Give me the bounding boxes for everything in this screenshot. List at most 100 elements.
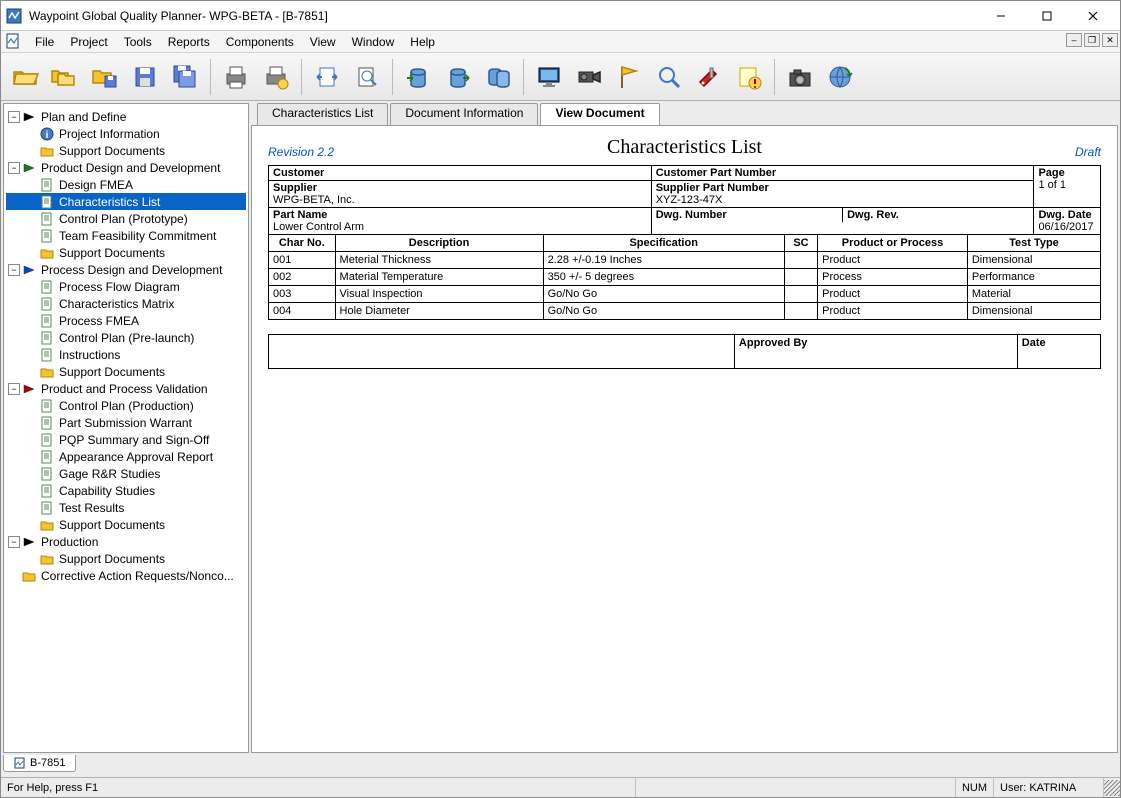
menu-help[interactable]: Help <box>402 33 443 51</box>
tab-view-document[interactable]: View Document <box>540 103 659 125</box>
tree-group[interactable]: −Product Design and Development <box>6 159 246 176</box>
toolbar-save-folder[interactable] <box>87 57 123 97</box>
save-multi-icon <box>170 62 200 92</box>
toolbar-monitor[interactable] <box>531 57 567 97</box>
mdi-restore-button[interactable]: ❐ <box>1084 33 1100 47</box>
tree-item[interactable]: Support Documents <box>6 363 246 380</box>
minimize-button[interactable] <box>978 1 1024 31</box>
dwg-num-label: Dwg. Number <box>656 209 838 221</box>
document-viewer[interactable]: Revision 2.2 Characteristics List Draft … <box>251 125 1118 753</box>
cell-spec: 350 +/- 5 degrees <box>543 269 784 286</box>
toolbar-open-multi[interactable] <box>47 57 83 97</box>
tree-item[interactable]: Characteristics Matrix <box>6 295 246 312</box>
characteristics-table: Char No.DescriptionSpecificationSCProduc… <box>268 234 1101 320</box>
tree-item[interactable]: Support Documents <box>6 142 246 159</box>
tree-item-label: Control Plan (Prototype) <box>59 212 188 226</box>
toolbar-swiss-knife[interactable] <box>691 57 727 97</box>
toolbar-db-both[interactable] <box>480 57 516 97</box>
mdi-close-button[interactable]: ✕ <box>1102 33 1118 47</box>
toolbar-open-folder[interactable] <box>7 57 43 97</box>
tree-item[interactable]: Support Documents <box>6 244 246 261</box>
toolbar-save[interactable] <box>127 57 163 97</box>
collapse-icon[interactable]: − <box>8 264 20 276</box>
tree-item[interactable]: Corrective Action Requests/Nonco... <box>6 567 246 584</box>
menubar: FileProjectToolsReportsComponentsViewWin… <box>1 31 1120 53</box>
tree-item[interactable]: Team Feasibility Commitment <box>6 227 246 244</box>
toolbar-camera[interactable] <box>782 57 818 97</box>
menu-components[interactable]: Components <box>218 33 302 51</box>
menu-tools[interactable]: Tools <box>116 33 160 51</box>
mdi-minimize-button[interactable]: – <box>1066 33 1082 47</box>
sig-date-label: Date <box>1017 335 1100 369</box>
toolbar-save-multi[interactable] <box>167 57 203 97</box>
tree-pane[interactable]: −Plan and DefineiProject Information Supp… <box>3 103 249 753</box>
toolbar-note-warning[interactable] <box>731 57 767 97</box>
menu-window[interactable]: Window <box>344 33 403 51</box>
status-user: User: KATRINA <box>994 778 1104 797</box>
tree-item[interactable]: Support Documents <box>6 516 246 533</box>
document-tab[interactable]: B-7851 <box>3 755 76 772</box>
tree-group[interactable]: −Plan and Define <box>6 108 246 125</box>
tab-characteristics-list[interactable]: Characteristics List <box>257 103 388 125</box>
tree-item[interactable]: iProject Information <box>6 125 246 142</box>
tree-item[interactable]: Gage R&R Studies <box>6 465 246 482</box>
toolbar-zoom[interactable] <box>349 57 385 97</box>
maximize-button[interactable] <box>1024 1 1070 31</box>
menu-file[interactable]: File <box>27 33 62 51</box>
monitor-icon <box>534 62 564 92</box>
tree-group[interactable]: −Process Design and Development <box>6 261 246 278</box>
tree-item[interactable]: Instructions <box>6 346 246 363</box>
tree-item-label: Appearance Approval Report <box>59 450 213 464</box>
supp-part-value: XYZ-123-47X <box>656 194 723 206</box>
tree-item[interactable]: Part Submission Warrant <box>6 414 246 431</box>
toolbar-flag[interactable] <box>611 57 647 97</box>
tree-group[interactable]: −Production <box>6 533 246 550</box>
toolbar-globe-refresh[interactable] <box>822 57 858 97</box>
tree-item[interactable]: Process Flow Diagram <box>6 278 246 295</box>
col-header: Description <box>335 235 543 252</box>
toolbar-fit-width[interactable] <box>309 57 345 97</box>
tree-item[interactable]: Control Plan (Prototype) <box>6 210 246 227</box>
menu-reports[interactable]: Reports <box>160 33 218 51</box>
tree-group[interactable]: −Product and Process Validation <box>6 380 246 397</box>
toolbar-find[interactable] <box>651 57 687 97</box>
toolbar-db-left[interactable] <box>400 57 436 97</box>
camera-icon <box>785 62 815 92</box>
tree-item[interactable]: Capability Studies <box>6 482 246 499</box>
app-window: Waypoint Global Quality Planner- WPG-BET… <box>0 0 1121 798</box>
find-icon <box>654 62 684 92</box>
close-button[interactable] <box>1070 1 1116 31</box>
tree-item[interactable]: Design FMEA <box>6 176 246 193</box>
collapse-icon[interactable]: − <box>8 383 20 395</box>
tree-item[interactable]: Test Results <box>6 499 246 516</box>
cell-pp: Product <box>818 303 968 320</box>
tree-item[interactable]: Appearance Approval Report <box>6 448 246 465</box>
toolbar-print[interactable] <box>218 57 254 97</box>
tree-item[interactable]: PQP Summary and Sign-Off <box>6 431 246 448</box>
tree-item-label: Corrective Action Requests/Nonco... <box>41 569 234 583</box>
menu-view[interactable]: View <box>302 33 344 51</box>
collapse-icon[interactable]: − <box>8 162 20 174</box>
arrow-icon <box>22 382 38 396</box>
tree-item[interactable]: Control Plan (Production) <box>6 397 246 414</box>
tree-item[interactable]: Support Documents <box>6 550 246 567</box>
save-icon <box>130 62 160 92</box>
toolbar-print-config[interactable] <box>258 57 294 97</box>
tree-item[interactable]: Control Plan (Pre-launch) <box>6 329 246 346</box>
menu-project[interactable]: Project <box>62 33 115 51</box>
tab-document-information[interactable]: Document Information <box>390 103 538 125</box>
tree-item[interactable]: Process FMEA <box>6 312 246 329</box>
tree-item-label: Support Documents <box>59 144 165 158</box>
resize-grip[interactable] <box>1104 780 1120 796</box>
collapse-icon[interactable]: − <box>8 536 20 548</box>
document-tab-label: B-7851 <box>30 757 65 769</box>
toolbar-db-right[interactable] <box>440 57 476 97</box>
collapse-icon[interactable]: − <box>8 111 20 123</box>
toolbar-camcorder[interactable] <box>571 57 607 97</box>
tree-item-icon <box>40 297 56 311</box>
tree-item-label: Capability Studies <box>59 484 155 498</box>
swiss-knife-icon <box>694 62 724 92</box>
tree-item[interactable]: Characteristics List <box>6 193 246 210</box>
tree-item-label: Characteristics Matrix <box>59 297 174 311</box>
doc-icon <box>5 33 23 51</box>
